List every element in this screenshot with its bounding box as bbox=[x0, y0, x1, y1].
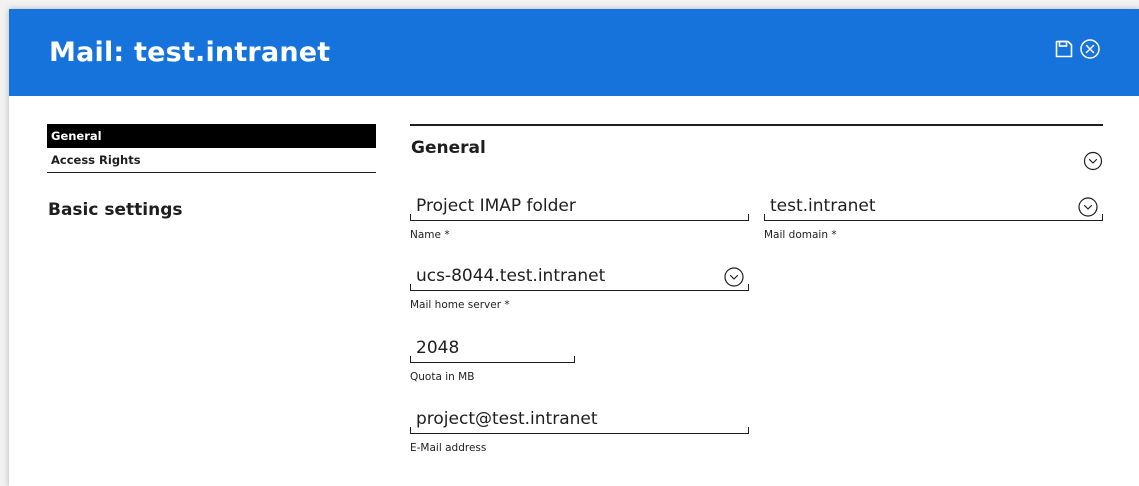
chevron-down-circle-icon bbox=[1083, 151, 1103, 171]
mail-domain-label: Mail domain * bbox=[764, 229, 837, 241]
quota-field: 2048 Quota in MB bbox=[410, 337, 575, 383]
close-button[interactable] bbox=[1078, 37, 1102, 61]
home-server-select[interactable]: ucs-8044.test.intranet bbox=[410, 265, 749, 291]
name-label: Name * bbox=[410, 229, 450, 241]
email-field: project@test.intranet E-Mail address bbox=[410, 408, 749, 454]
collapse-section-button[interactable] bbox=[1083, 151, 1103, 171]
chevron-down-circle-icon bbox=[724, 267, 744, 287]
form-section-header: General bbox=[410, 126, 1103, 176]
dialog-header: Mail: test.intranet bbox=[9, 9, 1139, 96]
mail-dialog: Mail: test.intranet General Access Right… bbox=[9, 9, 1139, 486]
form-pane: General Project IMAP folder Name * test.… bbox=[410, 124, 1103, 454]
header-actions bbox=[1052, 37, 1102, 61]
section-label-basic-settings: Basic settings bbox=[48, 200, 183, 220]
quota-input[interactable]: 2048 bbox=[410, 337, 575, 363]
mail-domain-dropdown-toggle[interactable] bbox=[1077, 196, 1099, 218]
name-value: Project IMAP folder bbox=[416, 196, 576, 216]
mail-domain-field: test.intranet Mail domain * bbox=[764, 195, 1103, 241]
nav-item-access-rights[interactable]: Access Rights bbox=[47, 148, 376, 172]
email-value: project@test.intranet bbox=[416, 409, 598, 429]
dialog-title: Mail: test.intranet bbox=[49, 37, 331, 68]
mail-domain-select[interactable]: test.intranet bbox=[764, 195, 1103, 221]
name-field: Project IMAP folder Name * bbox=[410, 195, 749, 241]
quota-value: 2048 bbox=[416, 338, 460, 358]
section-nav: General Access Rights bbox=[47, 124, 376, 173]
home-server-label: Mail home server * bbox=[410, 299, 510, 311]
home-server-value: ucs-8044.test.intranet bbox=[416, 266, 606, 286]
quota-label: Quota in MB bbox=[410, 371, 475, 383]
name-input[interactable]: Project IMAP folder bbox=[410, 195, 749, 221]
form-section-title: General bbox=[411, 138, 486, 158]
email-label: E-Mail address bbox=[410, 442, 487, 454]
chevron-down-circle-icon bbox=[1078, 197, 1098, 217]
save-button[interactable] bbox=[1052, 37, 1076, 61]
nav-item-general[interactable]: General bbox=[47, 124, 376, 148]
nav-divider bbox=[47, 172, 376, 173]
email-input[interactable]: project@test.intranet bbox=[410, 408, 749, 434]
mail-domain-value: test.intranet bbox=[770, 196, 876, 216]
save-icon bbox=[1055, 40, 1073, 58]
close-circle-icon bbox=[1080, 39, 1100, 59]
home-server-dropdown-toggle[interactable] bbox=[723, 266, 745, 288]
home-server-field: ucs-8044.test.intranet Mail home server … bbox=[410, 265, 749, 311]
